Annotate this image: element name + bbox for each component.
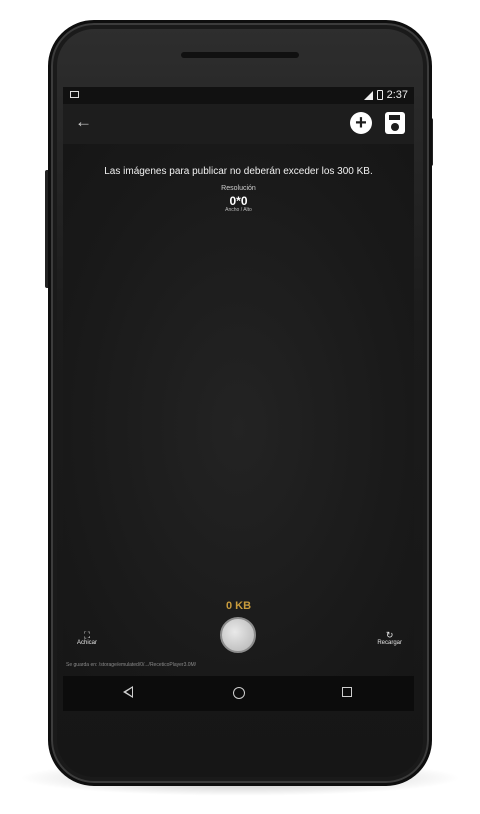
nav-home-icon[interactable]	[233, 687, 245, 699]
crop-icon: ⛶	[83, 630, 91, 640]
add-button[interactable]: +	[350, 112, 372, 134]
size-notice: Las imágenes para publicar no deberán ex…	[104, 166, 373, 177]
reload-button[interactable]: ↻ Recargar	[377, 630, 402, 646]
speaker-grille	[181, 52, 299, 58]
app-bar: ← +	[63, 104, 414, 144]
refresh-icon: ↻	[385, 630, 394, 640]
preview-area: Las imágenes para publicar no deberán ex…	[63, 144, 414, 711]
resolution-label: Resolución	[221, 185, 256, 192]
status-time: 2:37	[386, 89, 408, 101]
resolution-sub-label: Ancho / Alto	[225, 207, 252, 213]
signal-icon	[363, 90, 373, 100]
file-size-label: 0 KB	[225, 600, 252, 612]
plus-icon: +	[355, 112, 367, 134]
save-path: Se guarda en: /storage/emulated/0/.../Re…	[66, 662, 197, 668]
image-notification-icon	[70, 91, 79, 98]
save-button[interactable]	[385, 112, 405, 134]
back-arrow-icon[interactable]: ←	[75, 112, 92, 132]
save-icon	[389, 115, 400, 120]
nav-back-icon[interactable]	[123, 686, 133, 698]
capture-button[interactable]	[220, 617, 256, 653]
resolution-value: 0*0	[229, 194, 248, 208]
shrink-button[interactable]: ⛶ Achicar	[77, 630, 97, 646]
battery-icon	[376, 90, 383, 100]
navigation-bar	[63, 676, 414, 711]
nav-recents-icon[interactable]	[342, 687, 352, 697]
shrink-label: Achicar	[77, 640, 98, 646]
reload-label: Recargar	[377, 640, 402, 646]
status-bar: 2:37	[63, 87, 414, 104]
status-indicators: 2:37	[363, 89, 408, 101]
screen: 2:37 ← + Las imágenes para publicar no d…	[63, 87, 414, 711]
